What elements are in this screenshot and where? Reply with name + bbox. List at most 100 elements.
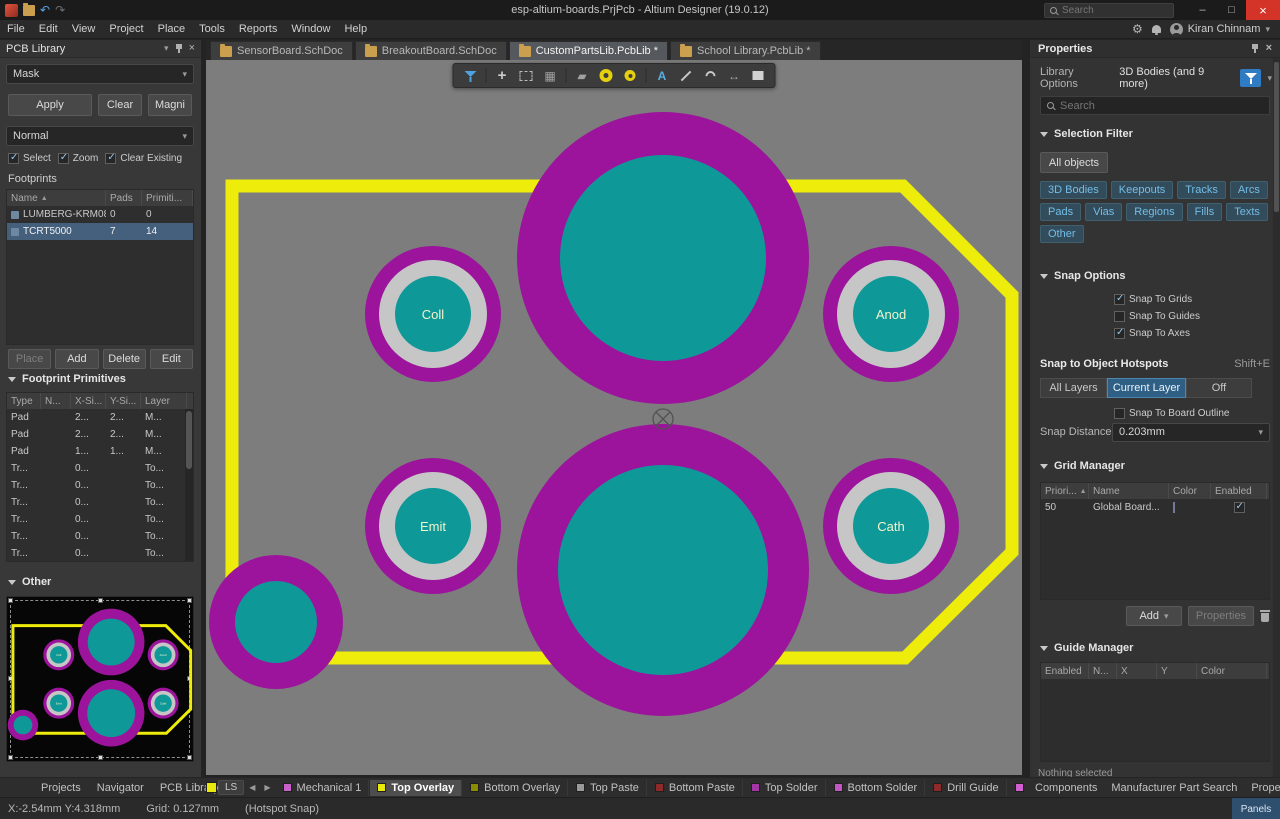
scroll-layers-left-icon[interactable]: ◀ [245, 783, 259, 792]
place-fill-icon[interactable] [747, 65, 770, 86]
notifications-bell-icon[interactable] [1152, 25, 1161, 33]
pin-icon[interactable] [175, 44, 183, 54]
scrollbar-thumb[interactable] [1274, 62, 1279, 212]
snap-board-outline-checkbox[interactable]: Snap To Board Outline [1114, 408, 1229, 419]
menu-project[interactable]: Project [102, 23, 150, 35]
footprints-table-header[interactable]: Name▲ Pads Primiti... [7, 190, 193, 206]
tab-components[interactable]: Components [1028, 782, 1104, 794]
scrollbar-thumb[interactable] [186, 411, 192, 469]
layer-tab-mechanical-1[interactable]: Mechanical 1 [276, 780, 370, 796]
heatmap-icon[interactable]: ▦ [539, 65, 562, 86]
all-objects-button[interactable]: All objects [1040, 152, 1108, 173]
column-header[interactable]: Enabled [1041, 663, 1089, 679]
column-header[interactable]: Y-Si... [106, 393, 141, 409]
column-header[interactable]: X-Si... [71, 393, 106, 409]
footprint-primitives-section-header[interactable]: Footprint Primitives [8, 373, 126, 385]
pcb-editor-canvas[interactable]: + ▦ ▰ A ↔ [206, 60, 1022, 775]
column-header[interactable]: Enabled [1211, 483, 1267, 499]
area-select-icon[interactable] [515, 65, 538, 86]
filter-keepouts[interactable]: Keepouts [1111, 181, 1173, 199]
move-object-icon[interactable]: + [491, 65, 514, 86]
pad-anod[interactable]: Anod [823, 246, 959, 382]
primitive-row[interactable]: Tr... 0... To... [7, 494, 193, 511]
undo-icon[interactable]: ↶ [40, 4, 50, 16]
tab-school-library[interactable]: School Library.PcbLib * [670, 41, 821, 60]
snap-options-section-header[interactable]: Snap Options [1040, 270, 1270, 282]
tab-breakoutboard[interactable]: BreakoutBoard.SchDoc [355, 41, 507, 60]
primitive-row[interactable]: Tr... 0... To... [7, 511, 193, 528]
pad-emit[interactable]: Emit [365, 458, 501, 594]
object-filter-button[interactable] [1240, 69, 1262, 87]
tab-properties[interactable]: Properties [1244, 782, 1280, 794]
snap-to-axes-checkbox[interactable]: Snap To Axes [1114, 328, 1190, 339]
place-line-icon[interactable] [675, 65, 698, 86]
primitives-table-header[interactable]: Type N... X-Si... Y-Si... Layer [7, 393, 193, 409]
column-header[interactable]: Type [7, 393, 41, 409]
filter-arcs[interactable]: Arcs [1230, 181, 1268, 199]
magnify-button[interactable]: Magni [148, 94, 192, 116]
pin-icon[interactable] [1251, 44, 1259, 54]
menu-reports[interactable]: Reports [232, 23, 285, 35]
grid-color-swatch[interactable] [1173, 502, 1175, 513]
edit-footprint-button[interactable]: Edit [150, 349, 193, 369]
mask-dropdown[interactable]: Mask ▾ [6, 64, 194, 84]
column-header[interactable]: Priori... [1045, 486, 1077, 497]
primitive-row[interactable]: Pad 2... 2... M... [7, 426, 193, 443]
settings-gear-icon[interactable]: ⚙ [1132, 22, 1143, 36]
snap-distance-dropdown[interactable]: 0.203mm ▾ [1112, 423, 1270, 442]
menu-view[interactable]: View [65, 23, 103, 35]
column-header[interactable]: Color [1169, 483, 1211, 499]
pad-cath[interactable]: Cath [823, 458, 959, 594]
user-account-menu[interactable]: Kiran Chinnam ▾ [1170, 23, 1270, 36]
delete-footprint-button[interactable]: Delete [103, 349, 146, 369]
clear-button[interactable]: Clear [98, 94, 142, 116]
selection-filter-icon[interactable] [459, 65, 482, 86]
chevron-down-icon[interactable]: ▾ [1267, 74, 1272, 83]
grid-properties-button[interactable]: Properties [1188, 606, 1254, 626]
project-file-icon[interactable] [23, 5, 35, 16]
column-header[interactable]: Primiti... [142, 190, 193, 206]
primitive-row[interactable]: Tr... 0... To... [7, 477, 193, 494]
layer-tab-bottom-overlay[interactable]: Bottom Overlay [463, 780, 568, 796]
filter-regions[interactable]: Regions [1126, 203, 1182, 221]
select-checkbox[interactable]: Select [8, 153, 51, 164]
tab-navigator[interactable]: Navigator [90, 782, 151, 794]
primitive-row[interactable]: Pad 2... 2... M... [7, 409, 193, 426]
add-grid-button[interactable]: Add ▾ [1126, 606, 1182, 626]
menu-help[interactable]: Help [337, 23, 374, 35]
zoom-checkbox[interactable]: Zoom [58, 153, 99, 164]
close-panel-icon[interactable]: × [189, 43, 195, 54]
snap-off-button[interactable]: Off [1186, 378, 1252, 398]
column-header[interactable]: N... [1089, 663, 1117, 679]
place-via-icon[interactable] [619, 65, 642, 86]
dimension-icon[interactable]: ↔ [723, 65, 746, 86]
tab-custompartslib[interactable]: CustomPartsLib.PcbLib * [509, 41, 668, 60]
minimize-button[interactable]: – [1188, 0, 1217, 20]
column-header[interactable]: Layer [141, 393, 187, 409]
filter-other[interactable]: Other [1040, 225, 1084, 243]
panels-button[interactable]: Panels [1232, 798, 1280, 819]
global-search-input[interactable] [1062, 5, 1162, 16]
guide-manager-section-header[interactable]: Guide Manager [1040, 642, 1270, 654]
snap-to-grids-checkbox[interactable]: Snap To Grids [1114, 294, 1192, 305]
primitives-scrollbar[interactable] [185, 409, 193, 561]
polygon-pour-icon[interactable]: ▰ [571, 65, 594, 86]
column-header[interactable]: Name [1089, 483, 1169, 499]
layer-tab-keep-out[interactable]: Keep-Out Layer [1008, 780, 1028, 796]
column-header[interactable]: Y [1157, 663, 1197, 679]
filter-vias[interactable]: Vias [1085, 203, 1122, 221]
place-string-icon[interactable]: A [651, 65, 674, 86]
layer-sets-button[interactable]: LS [218, 780, 244, 795]
close-button[interactable]: × [1246, 0, 1280, 20]
maximize-button[interactable]: □ [1217, 0, 1246, 20]
place-button[interactable]: Place [8, 349, 51, 369]
menu-place[interactable]: Place [151, 23, 193, 35]
layer-tab-top-overlay[interactable]: Top Overlay [370, 780, 462, 796]
properties-scrollbar[interactable] [1273, 58, 1280, 797]
snap-all-layers-button[interactable]: All Layers [1040, 378, 1107, 398]
primitive-row[interactable]: Pad 1... 1... M... [7, 443, 193, 460]
column-header[interactable]: Pads [106, 190, 142, 206]
primitive-row[interactable]: Tr... 0... To... [7, 460, 193, 477]
filter-3d-bodies[interactable]: 3D Bodies [1040, 181, 1107, 199]
filter-fills[interactable]: Fills [1187, 203, 1223, 221]
